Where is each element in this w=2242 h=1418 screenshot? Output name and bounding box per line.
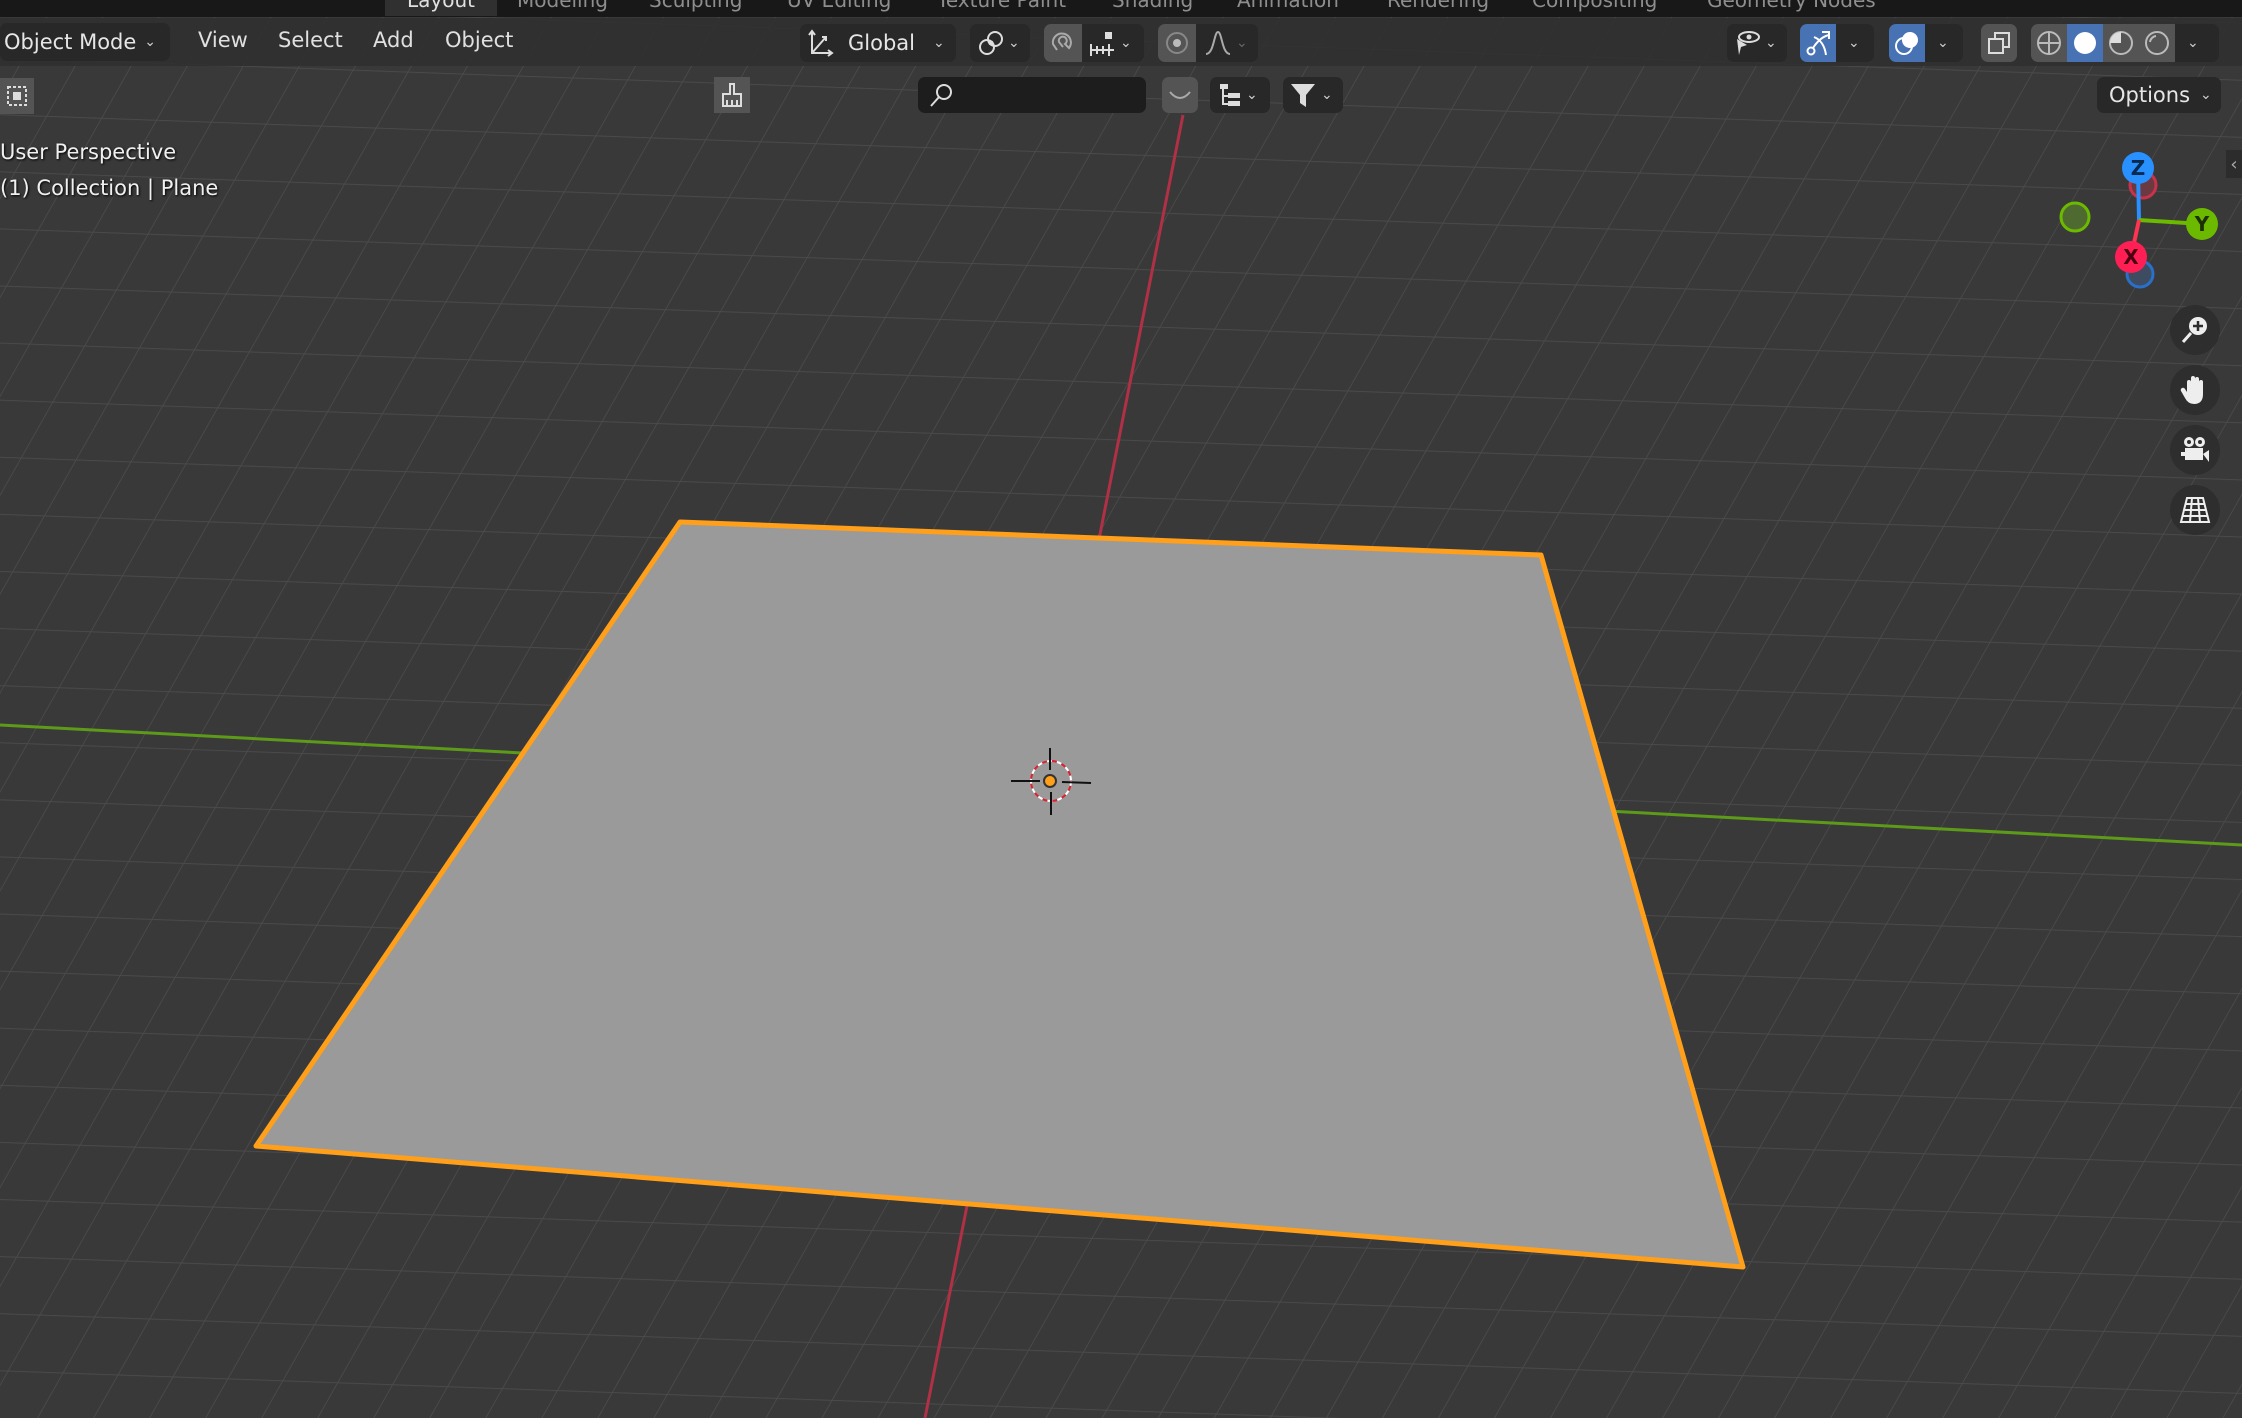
- shading-material-preview[interactable]: [2103, 24, 2139, 62]
- sidebar-toggle[interactable]: ‹: [2226, 150, 2242, 178]
- collection-info-label: (1) Collection | Plane: [0, 176, 219, 200]
- menu-select[interactable]: Select: [278, 28, 343, 52]
- grid-perspective-icon: [2179, 494, 2211, 526]
- tab-layout[interactable]: Layout: [385, 0, 497, 16]
- chevron-down-icon: ⌄: [1246, 87, 1258, 103]
- overlays-icon: [1893, 29, 1921, 57]
- chevron-down-icon: ⌄: [1765, 35, 1777, 51]
- gizmo-toggle[interactable]: [1800, 24, 1836, 62]
- perspective-toggle-button[interactable]: [2170, 485, 2220, 535]
- tab-geometry-nodes[interactable]: Geometry Nodes: [1685, 0, 1898, 16]
- mode-label: Object Mode: [4, 30, 137, 54]
- 3d-viewport[interactable]: [0, 0, 2242, 1418]
- chevron-down-icon: ⌄: [1321, 87, 1333, 103]
- gizmo-group: ⌄: [1800, 24, 1874, 62]
- tab-uv-editing[interactable]: UV Editing: [765, 0, 913, 16]
- options-label: Options: [2109, 83, 2191, 107]
- menu-add[interactable]: Add: [373, 28, 414, 52]
- select-mode-intersect[interactable]: [0, 78, 34, 114]
- chevron-left-icon: ‹: [2230, 153, 2238, 175]
- tab-compositing[interactable]: Compositing: [1510, 0, 1679, 16]
- select-mode-group: [0, 78, 140, 114]
- search-icon: [928, 82, 954, 108]
- chevron-down-icon: ⌄: [1008, 35, 1020, 51]
- tab-rendering[interactable]: Rendering: [1365, 0, 1511, 16]
- chevron-down-icon: ⌄: [1236, 35, 1248, 51]
- eye-selectability-icon: [1733, 29, 1761, 57]
- gizmo-dropdown-chevron[interactable]: ⌄: [1848, 35, 1860, 51]
- snap-increment-icon: [1088, 30, 1116, 56]
- chevron-down-icon: ⌄: [144, 34, 157, 50]
- xray-toggle[interactable]: [1981, 24, 2017, 62]
- zoom-button[interactable]: [2170, 305, 2220, 355]
- falloff-dropdown[interactable]: ⌄: [1196, 30, 1248, 56]
- chevron-down-icon: ⌄: [2200, 87, 2212, 103]
- tab-animation[interactable]: Animation: [1215, 0, 1361, 16]
- gizmo-x-label: X: [2123, 245, 2139, 269]
- shading-rendered[interactable]: [2139, 24, 2175, 62]
- menu-object[interactable]: Object: [445, 28, 513, 52]
- zoom-in-icon: [2179, 314, 2211, 346]
- magnet-icon: [1051, 30, 1075, 56]
- proportional-icon: [1165, 31, 1189, 55]
- shading-wireframe[interactable]: [2031, 24, 2067, 62]
- restrict-toggle[interactable]: [1162, 77, 1198, 113]
- falloff-curve-icon: [1204, 30, 1232, 56]
- gizmo-z-label: Z: [2131, 156, 2146, 180]
- tab-texture-paint[interactable]: Texture Paint: [915, 0, 1088, 16]
- visibility-dropdown[interactable]: ⌄: [1727, 24, 1787, 62]
- hierarchy-icon: [1218, 82, 1242, 108]
- view-name-label: User Perspective: [0, 140, 177, 164]
- gizmo-neg-y[interactable]: [2059, 201, 2091, 233]
- object-origin: [1043, 774, 1057, 788]
- camera-icon: [2179, 434, 2211, 466]
- pivot-icon: [978, 30, 1004, 56]
- viewport-canvas[interactable]: [0, 0, 2242, 1418]
- hand-icon: [2179, 374, 2211, 406]
- shading-group: ⌄: [2031, 24, 2219, 62]
- chevron-down-icon: ⌄: [933, 35, 945, 51]
- tab-shading[interactable]: Shading: [1090, 0, 1215, 16]
- filter-dropdown[interactable]: ⌄: [1283, 77, 1343, 113]
- orientation-icon: [808, 29, 834, 57]
- overlays-toggle[interactable]: [1889, 24, 1925, 62]
- rendered-sphere-icon: [2144, 30, 2170, 56]
- tab-modeling[interactable]: Modeling: [495, 0, 630, 16]
- xray-icon: [1987, 31, 2011, 55]
- workspace-tabs-bar: Layout Modeling Sculpting UV Editing Tex…: [0, 0, 2242, 17]
- search-field[interactable]: [918, 77, 1146, 113]
- navigation-gizmo[interactable]: Z Y X: [2040, 140, 2220, 310]
- select-intersect-icon: [6, 85, 28, 107]
- mode-dropdown[interactable]: Object Mode ⌄: [0, 23, 170, 61]
- orientation-label: Global: [848, 31, 915, 55]
- curve-icon: [1167, 82, 1193, 108]
- tab-sculpting[interactable]: Sculpting: [627, 0, 764, 16]
- snap-toggle[interactable]: [1044, 24, 1082, 62]
- gizmo-icon: [1804, 29, 1832, 57]
- hierarchy-dropdown[interactable]: ⌄: [1210, 77, 1270, 113]
- material-sphere-icon: [2108, 30, 2134, 56]
- funnel-icon: [1289, 81, 1317, 109]
- proportional-edit-toggle[interactable]: [1158, 24, 1196, 62]
- transform-orientation-dropdown[interactable]: Global ⌄: [800, 24, 956, 62]
- menu-view[interactable]: View: [198, 28, 248, 52]
- solid-sphere-icon: [2072, 30, 2098, 56]
- pivot-point-dropdown[interactable]: ⌄: [970, 24, 1030, 62]
- shading-dropdown-chevron[interactable]: ⌄: [2187, 35, 2199, 51]
- proportional-edit-group: ⌄: [1158, 24, 1258, 62]
- camera-view-button[interactable]: [2170, 425, 2220, 475]
- pan-button[interactable]: [2170, 365, 2220, 415]
- gizmo-y-label: Y: [2194, 212, 2210, 236]
- wireframe-sphere-icon: [2036, 30, 2062, 56]
- overlays-group: ⌄: [1889, 24, 1963, 62]
- snap-group: ⌄: [1044, 24, 1144, 62]
- overlays-dropdown-chevron[interactable]: ⌄: [1937, 35, 1949, 51]
- shading-solid[interactable]: [2067, 24, 2103, 62]
- chevron-down-icon: ⌄: [1120, 35, 1132, 51]
- filter-paint[interactable]: [714, 77, 750, 113]
- snap-target-dropdown[interactable]: ⌄: [1082, 30, 1132, 56]
- brush-icon: [719, 82, 745, 108]
- options-dropdown[interactable]: Options ⌄: [2097, 77, 2221, 113]
